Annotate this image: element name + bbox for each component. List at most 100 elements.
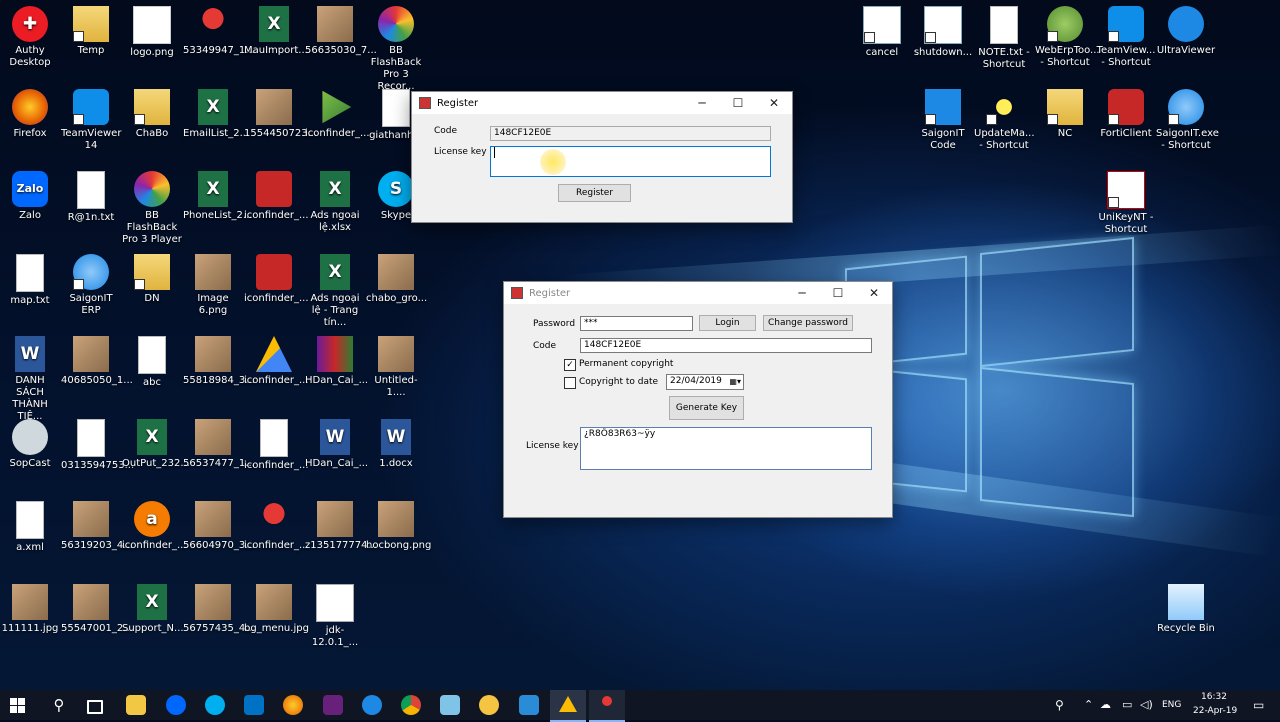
desktop-icon[interactable]: 0313594753... (61, 419, 134, 472)
people-icon[interactable]: ⚲ (1055, 698, 1064, 712)
desktop-icon[interactable]: W HDan_Cai_... (305, 419, 368, 470)
change-password-button[interactable]: Change password (763, 315, 853, 331)
desktop-icon[interactable]: chabo_gro... (366, 254, 427, 305)
desktop-icon[interactable]: W 1.docx (366, 419, 426, 470)
desktop-icon[interactable]: hocbong.png (366, 501, 431, 552)
minimize-icon[interactable]: ─ (684, 92, 720, 114)
desktop-icon[interactable]: X PhoneList_2... (183, 171, 252, 222)
desktop-icon[interactable]: z135177774... (305, 501, 377, 552)
desktop-icon[interactable]: 40685050_1... (61, 336, 133, 387)
generate-key-button[interactable]: Generate Key (669, 396, 744, 420)
desktop-icon[interactable]: SaigonIT.exe - Shortcut (1156, 89, 1219, 152)
desktop-icon[interactable]: a iconfinder_... (122, 501, 187, 552)
chrome-taskbar-icon[interactable] (401, 695, 421, 715)
copyright-to-date-checkbox[interactable] (564, 377, 576, 389)
desktop-icon[interactable]: NOTE.txt - Shortcut (974, 6, 1034, 71)
desktop-icon[interactable]: jdk-12.0.1_... (305, 584, 365, 649)
desktop-icon[interactable]: cancel (852, 6, 912, 59)
desktop-icon[interactable]: W DANH SÁCH THÀNH TIÊ... (0, 336, 60, 423)
desktop-icon[interactable]: UltraViewer (1156, 6, 1216, 57)
desktop-icon[interactable]: a.xml (0, 501, 60, 554)
register-app-taskbar-item[interactable] (550, 690, 586, 722)
desktop-icon[interactable]: bg_menu.jpg (244, 584, 309, 635)
desktop-icon[interactable]: BB FlashBack Pro 3 Recor... (366, 6, 426, 93)
desktop-icon[interactable]: 1554450723... (244, 89, 317, 140)
outlook-taskbar-icon[interactable] (244, 695, 264, 715)
volume-icon[interactable]: ◁) (1140, 698, 1153, 711)
license-key-input[interactable] (490, 146, 771, 177)
start-button[interactable] (10, 698, 25, 713)
desktop-icon[interactable]: map.txt (0, 254, 60, 307)
desktop-icon[interactable]: BB FlashBack Pro 3 Player (122, 171, 182, 246)
desktop-icon[interactable]: TeamView... - Shortcut (1096, 6, 1156, 69)
calendar-dropdown-icon[interactable]: ▦▾ (729, 375, 741, 388)
maximize-icon[interactable]: ☐ (820, 282, 856, 304)
clock-time[interactable]: 16:32 (1201, 692, 1227, 702)
notifications-icon[interactable]: ▭ (1253, 698, 1264, 712)
desktop-icon[interactable]: 53349947_1... (183, 6, 255, 57)
desktop-icon[interactable]: ✚ Authy Desktop (0, 6, 60, 69)
language-indicator[interactable]: ENG (1162, 700, 1181, 710)
permanent-copyright-checkbox[interactable]: ✓ (564, 359, 576, 371)
desktop-icon[interactable]: Temp (61, 6, 121, 57)
emoji-taskbar-icon[interactable] (479, 695, 499, 715)
desktop-icon[interactable]: iconfinder_... (244, 171, 309, 222)
desktop-icon[interactable]: 56537477_1... (183, 419, 255, 470)
saigonit-taskbar-icon[interactable] (362, 695, 382, 715)
chevron-up-icon[interactable]: ⌃ (1084, 698, 1093, 711)
desktop-icon[interactable]: Untitled-1.... (366, 336, 426, 399)
firefox-taskbar-icon[interactable] (283, 695, 303, 715)
desktop-icon[interactable]: X Support_N... (122, 584, 184, 635)
password-input[interactable]: *** (580, 316, 693, 331)
desktop-icon[interactable]: iconfinder_... (305, 89, 370, 140)
desktop-icon[interactable]: SaigonIT Code (913, 89, 973, 152)
desktop-icon[interactable]: NC (1035, 89, 1095, 140)
desktop-icon[interactable]: Image 6.png (183, 254, 243, 317)
date-picker[interactable]: 22/04/2019 ▦▾ (666, 374, 744, 390)
desktop-icon[interactable]: SopCast (0, 419, 60, 470)
register-button[interactable]: Register (558, 184, 631, 202)
close-icon[interactable]: ✕ (856, 282, 892, 304)
desktop-icon[interactable]: X Ads ngoai lệ.xlsx (305, 171, 365, 234)
desktop-icon[interactable]: X MauImport... (244, 6, 308, 57)
desktop-icon[interactable]: UniKeyNT - Shortcut (1096, 171, 1156, 236)
desktop-icon[interactable]: logo.png (122, 6, 182, 59)
pin-app-taskbar-item[interactable] (589, 690, 625, 722)
desktop-icon[interactable]: iconfinder_... (244, 501, 309, 552)
desktop-icon[interactable]: abc (122, 336, 182, 389)
desktop-icon[interactable]: shutdown... (913, 6, 973, 59)
desktop-icon[interactable]: DN (122, 254, 182, 305)
desktop-icon[interactable]: SaigonIT ERP (61, 254, 121, 317)
desktop-icon[interactable]: 55818984_3... (183, 336, 255, 387)
network-icon[interactable]: ▭ (1122, 698, 1132, 711)
desktop-icon[interactable]: UpdateMa... - Shortcut (974, 89, 1035, 152)
desktop-icon[interactable]: FortiClient (1096, 89, 1156, 140)
file-explorer-icon[interactable] (126, 695, 146, 715)
desktop-icon[interactable]: R@1n.txt (61, 171, 121, 224)
desktop-icon[interactable]: Recycle Bin (1156, 584, 1216, 635)
close-icon[interactable]: ✕ (756, 92, 792, 114)
desktop-icon[interactable]: iconfinder_... (244, 336, 309, 387)
search-icon[interactable]: ⚲ (49, 695, 69, 715)
skype-taskbar-icon[interactable] (205, 695, 225, 715)
visual-studio-taskbar-icon[interactable] (323, 695, 343, 715)
desktop-icon[interactable]: 55547001_2... (61, 584, 133, 635)
code-input[interactable]: 148CF12E0E (580, 338, 872, 353)
desktop-icon[interactable]: Zalo Zalo (0, 171, 60, 222)
desktop-icon[interactable]: 56635030_7... (305, 6, 377, 57)
app-taskbar-icon[interactable] (519, 695, 539, 715)
minimize-icon[interactable]: ─ (784, 282, 820, 304)
task-view-icon[interactable] (87, 700, 103, 714)
weather-icon[interactable]: ☁ (1100, 698, 1111, 711)
clock-date[interactable]: 22-Apr-19 (1193, 706, 1237, 716)
desktop-icon[interactable]: HDan_Cai_... (305, 336, 368, 387)
desktop-icon[interactable]: WebErpToo... - Shortcut (1035, 6, 1100, 69)
desktop-icon[interactable]: X Ads ngoại lệ - Trang tín... (305, 254, 365, 329)
desktop-icon[interactable]: X EmailList_2... (183, 89, 249, 140)
code-field[interactable]: 148CF12E0E (490, 126, 771, 141)
desktop-icon[interactable]: 56319203_4... (61, 501, 133, 552)
desktop-icon[interactable]: ChaBo (122, 89, 182, 140)
desktop-icon[interactable]: 56757435_4... (183, 584, 255, 635)
login-button[interactable]: Login (699, 315, 756, 331)
desktop-icon[interactable]: iconfinder_... (244, 254, 309, 305)
